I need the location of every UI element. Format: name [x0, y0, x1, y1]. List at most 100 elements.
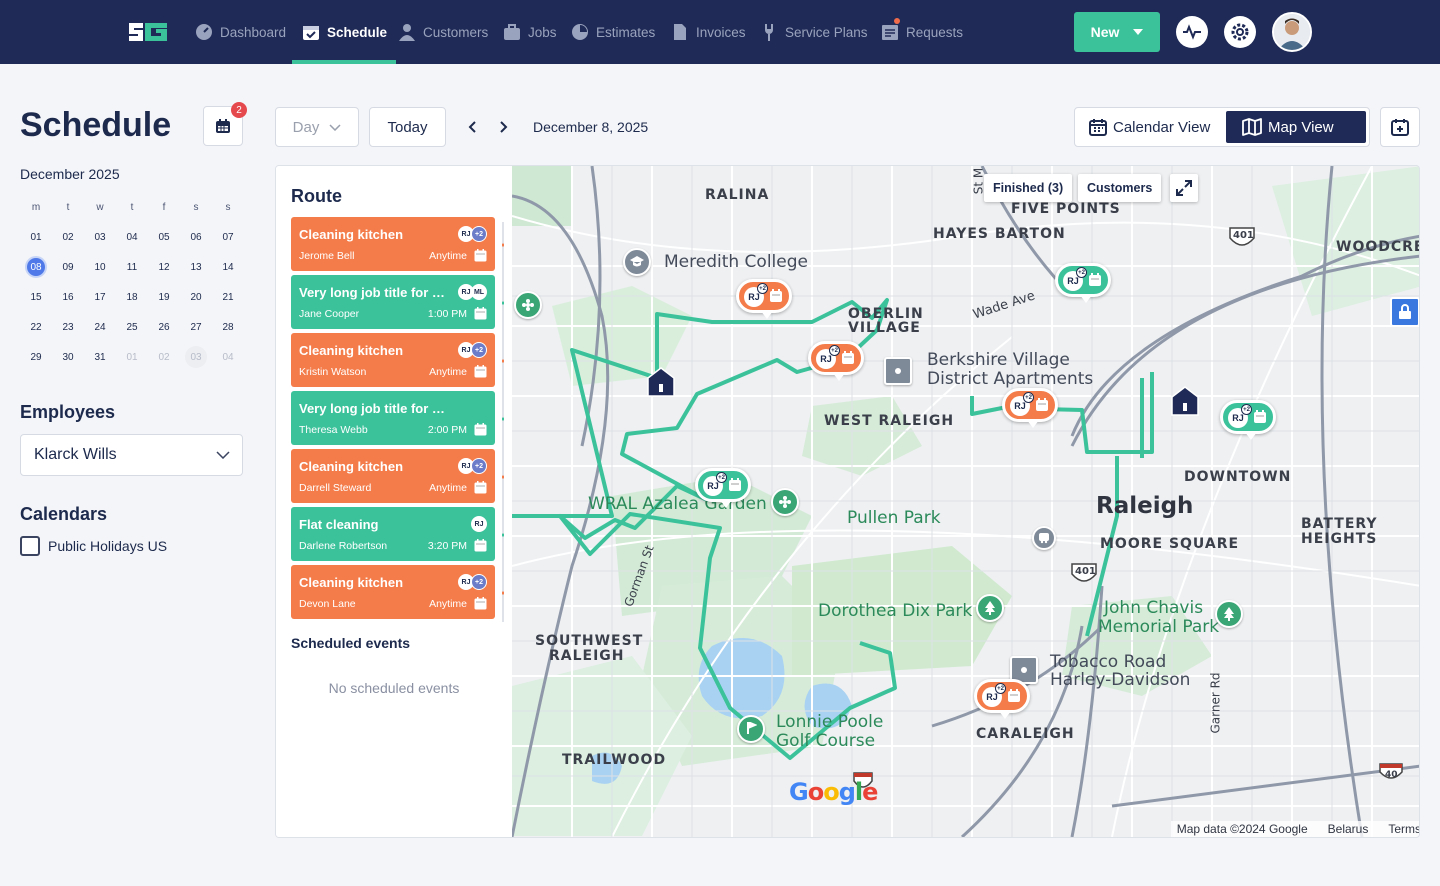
calendar-day[interactable]: 06: [180, 222, 212, 252]
golf-icon[interactable]: [737, 715, 765, 743]
nav-estimates[interactable]: Estimates: [570, 0, 655, 64]
prev-day-button[interactable]: [462, 117, 482, 137]
calendar-day[interactable]: 31: [84, 342, 116, 372]
calendar-day[interactable]: 28: [212, 312, 244, 342]
calendar-day[interactable]: 25: [116, 312, 148, 342]
job-card[interactable]: Very long job title for the devs Theresa …: [291, 391, 495, 445]
calendar-day[interactable]: 01: [20, 222, 52, 252]
calendar-day[interactable]: 02: [148, 342, 180, 372]
calendar-day[interactable]: 01: [116, 342, 148, 372]
calendar-day[interactable]: 09: [52, 252, 84, 282]
job-pin[interactable]: RJ +2: [1002, 388, 1058, 428]
calendar-view-button[interactable]: Calendar View: [1079, 111, 1220, 143]
calendar-day[interactable]: 10: [84, 252, 116, 282]
calendar-day-selected[interactable]: 08: [20, 252, 52, 282]
calendar-day[interactable]: 05: [148, 222, 180, 252]
home-marker-icon[interactable]: [647, 367, 675, 397]
map-terms-link[interactable]: Terms: [1388, 822, 1419, 836]
calendar-day[interactable]: 18: [116, 282, 148, 312]
park-icon[interactable]: [1215, 600, 1243, 628]
calendar-day[interactable]: 22: [20, 312, 52, 342]
new-button[interactable]: New: [1074, 12, 1160, 52]
school-icon[interactable]: [623, 248, 651, 276]
job-card[interactable]: Very long job title for the devs Jane Coo…: [291, 275, 495, 329]
avatar[interactable]: [1272, 12, 1312, 52]
pin-extra-count: +2: [829, 345, 840, 356]
nav-service-plans[interactable]: Service Plans: [759, 0, 868, 64]
calendar-day[interactable]: 17: [84, 282, 116, 312]
calendar-day[interactable]: 29: [20, 342, 52, 372]
calendar-day[interactable]: 26: [148, 312, 180, 342]
calendar-day[interactable]: 16: [52, 282, 84, 312]
calendar-day[interactable]: 21: [212, 282, 244, 312]
calendar-day[interactable]: 04: [212, 342, 244, 372]
calendar-day[interactable]: 23: [52, 312, 84, 342]
map-label: BATTERY: [1301, 516, 1378, 532]
map-region-link[interactable]: Belarus: [1328, 822, 1369, 836]
calendar-day[interactable]: 03: [180, 342, 212, 372]
calendar-day-number: 30: [62, 351, 74, 363]
job-card[interactable]: Cleaning kitchen Darrell Steward Anytime RJ…: [291, 449, 495, 503]
calendar-day[interactable]: 14: [212, 252, 244, 282]
transit-icon[interactable]: [1032, 526, 1056, 550]
google-logo: Google: [789, 778, 878, 806]
nav-requests[interactable]: Requests: [880, 0, 963, 64]
calendar-day[interactable]: 20: [180, 282, 212, 312]
today-button[interactable]: Today: [369, 107, 446, 147]
nav-label: Dashboard: [220, 24, 287, 40]
next-day-button[interactable]: [494, 117, 514, 137]
home-marker-icon[interactable]: [1171, 386, 1199, 416]
scheduled-events-heading: Scheduled events: [291, 635, 411, 651]
job-pin[interactable]: RJ +2: [1055, 263, 1111, 303]
expand-icon: [1176, 180, 1192, 196]
add-event-button[interactable]: [1380, 107, 1420, 147]
map-view-button[interactable]: Map View: [1226, 111, 1366, 143]
calendar-day[interactable]: 30: [52, 342, 84, 372]
nav-customers[interactable]: Customers: [397, 0, 488, 64]
job-card[interactable]: Flat cleaning Darlene Robertson 3:20 PM RJ: [291, 507, 495, 561]
calendar-icon: [1035, 398, 1049, 412]
nav-invoices[interactable]: Invoices: [670, 0, 746, 64]
pin-extra-count: +2: [995, 683, 1006, 694]
calendar-checkbox[interactable]: [20, 536, 40, 556]
calendar-day[interactable]: 02: [52, 222, 84, 252]
job-card[interactable]: Cleaning kitchen Devon Lane Anytime RJ +2: [291, 565, 495, 619]
calendar-day[interactable]: 07: [212, 222, 244, 252]
calendar-day[interactable]: 15: [20, 282, 52, 312]
park-icon[interactable]: [976, 594, 1004, 622]
calendar-day[interactable]: 03: [84, 222, 116, 252]
job-pin[interactable]: RJ +2: [974, 679, 1030, 719]
logo-icon[interactable]: [127, 19, 171, 45]
calendar-day[interactable]: 13: [180, 252, 212, 282]
garden-icon[interactable]: [771, 488, 799, 516]
employee-select[interactable]: Klarck Wills: [20, 434, 243, 476]
customers-filter-button[interactable]: Customers: [1078, 174, 1162, 202]
calendar-day[interactable]: 04: [116, 222, 148, 252]
job-card[interactable]: Cleaning kitchen Jerome Bell Anytime RJ +2: [291, 217, 495, 271]
nav-schedule[interactable]: Schedule: [291, 0, 397, 64]
job-pin[interactable]: RJ +2: [1220, 400, 1276, 440]
invoices-icon: [674, 24, 686, 40]
calendar-button[interactable]: 2: [203, 102, 247, 146]
job-pin[interactable]: RJ +2: [736, 279, 792, 319]
finished-filter-button[interactable]: Finished (3): [984, 174, 1073, 202]
building-icon[interactable]: [884, 357, 912, 385]
settings-button[interactable]: [1224, 16, 1256, 48]
calendar-day[interactable]: 11: [116, 252, 148, 282]
job-pin[interactable]: RJ +2: [808, 341, 864, 381]
job-pin[interactable]: RJ +2: [695, 468, 751, 508]
activity-button[interactable]: [1176, 16, 1208, 48]
garden-icon[interactable]: [514, 291, 542, 319]
job-time: Anytime: [429, 250, 467, 262]
calendar-day[interactable]: 27: [180, 312, 212, 342]
map[interactable]: 401 401 40 RALINA FIVE POINTS HAYES BART…: [512, 166, 1419, 837]
nav-dashboard[interactable]: Dashboard: [194, 0, 286, 64]
calendar-day[interactable]: 12: [148, 252, 180, 282]
calendar-day[interactable]: 24: [84, 312, 116, 342]
fullscreen-button[interactable]: [1170, 174, 1198, 202]
calendar-day[interactable]: 19: [148, 282, 180, 312]
nav-jobs[interactable]: Jobs: [502, 0, 557, 64]
view-select[interactable]: Day: [275, 107, 359, 147]
job-card[interactable]: Cleaning kitchen Kristin Watson Anytime RJ +…: [291, 333, 495, 387]
map-lock-button[interactable]: [1390, 297, 1419, 327]
